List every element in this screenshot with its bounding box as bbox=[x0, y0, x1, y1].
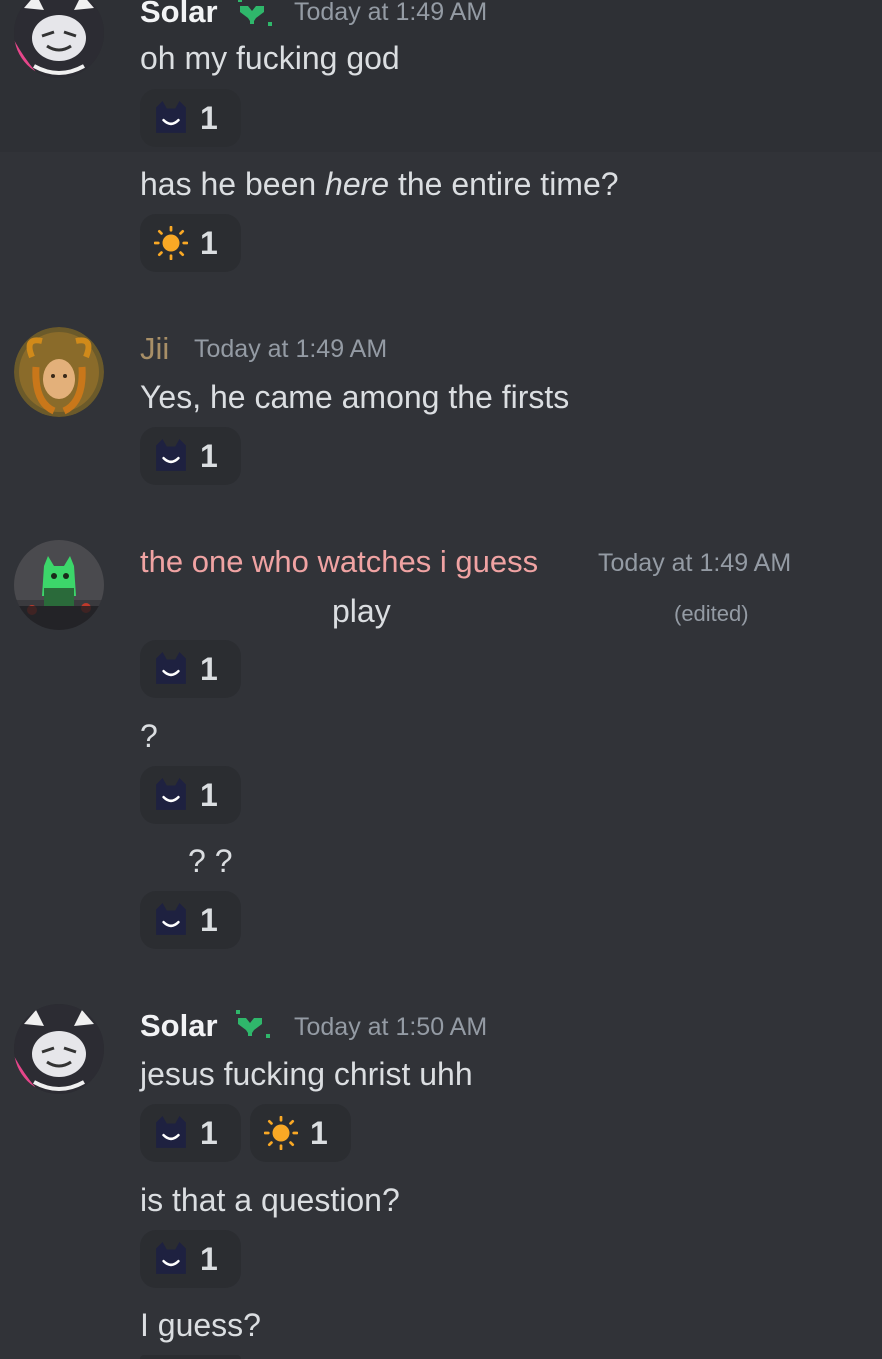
author-name[interactable]: Jii bbox=[140, 333, 169, 364]
reaction-button[interactable]: 1 bbox=[140, 640, 241, 698]
sun-icon bbox=[264, 1116, 298, 1150]
message-timestamp: Today at 1:50 AM bbox=[294, 1013, 488, 1041]
avatar[interactable] bbox=[14, 1004, 104, 1094]
message-text: has he been here the entire time? bbox=[140, 168, 619, 200]
reaction-count: 1 bbox=[200, 902, 218, 938]
cat-smile-icon bbox=[154, 101, 188, 135]
reaction-button[interactable]: 1 bbox=[140, 1104, 241, 1162]
cat-smile-icon bbox=[154, 652, 188, 686]
message-text: jesus fucking christ uhh bbox=[140, 1056, 473, 1092]
reaction-count: 1 bbox=[200, 1115, 218, 1151]
avatar[interactable] bbox=[14, 540, 104, 630]
reaction-count: 1 bbox=[200, 777, 218, 813]
reaction-button[interactable]: 1 bbox=[250, 1104, 351, 1162]
author-name[interactable]: the one who watches i guess bbox=[140, 546, 538, 577]
message-text: ? bbox=[140, 718, 158, 754]
reaction-count: 1 bbox=[310, 1115, 328, 1151]
reaction-count: 1 bbox=[200, 100, 218, 136]
reaction-count: 1 bbox=[200, 1241, 218, 1277]
message-text-italic: here bbox=[325, 166, 390, 202]
reaction-button[interactable]: 1 bbox=[140, 1230, 241, 1288]
message-text: play bbox=[332, 593, 391, 629]
message-timestamp: Today at 1:49 AM bbox=[598, 549, 792, 577]
message-text: Yes, he came among the firsts bbox=[140, 379, 570, 415]
cat-smile-icon bbox=[154, 1116, 188, 1150]
reaction-button[interactable]: 1 bbox=[140, 891, 241, 949]
sprout-icon bbox=[236, 1010, 270, 1038]
cat-smile-icon bbox=[154, 439, 188, 473]
sprout-icon bbox=[238, 0, 272, 26]
message-text: oh my fucking god bbox=[140, 40, 400, 76]
avatar[interactable] bbox=[14, 327, 104, 417]
reaction-button[interactable]: 1 bbox=[140, 214, 241, 272]
reaction-count: 1 bbox=[200, 438, 218, 474]
author-name[interactable]: Solar bbox=[140, 0, 218, 27]
message-timestamp: Today at 1:49 AM bbox=[194, 335, 388, 363]
message-text: is that a question? bbox=[140, 1182, 400, 1218]
reaction-button[interactable]: 1 bbox=[140, 766, 241, 824]
message-text: ? ? bbox=[188, 843, 233, 879]
reaction-button[interactable]: 1 bbox=[140, 427, 241, 485]
message-timestamp: Today at 1:49 AM bbox=[294, 0, 488, 26]
reaction-count: 1 bbox=[200, 651, 218, 687]
message-text-segment: has he been bbox=[140, 166, 326, 202]
cat-smile-icon bbox=[154, 1242, 188, 1276]
author-name[interactable]: Solar bbox=[140, 1010, 218, 1041]
reaction-button[interactable]: 1 bbox=[140, 89, 241, 147]
sun-icon bbox=[154, 226, 188, 260]
reaction-button-partial[interactable] bbox=[140, 1355, 241, 1359]
message-text-segment: the entire time? bbox=[389, 166, 619, 202]
reaction-count: 1 bbox=[200, 225, 218, 261]
edited-label: (edited) bbox=[674, 601, 749, 626]
cat-smile-icon bbox=[154, 903, 188, 937]
message-text: I guess? bbox=[140, 1307, 261, 1343]
cat-smile-icon bbox=[154, 778, 188, 812]
